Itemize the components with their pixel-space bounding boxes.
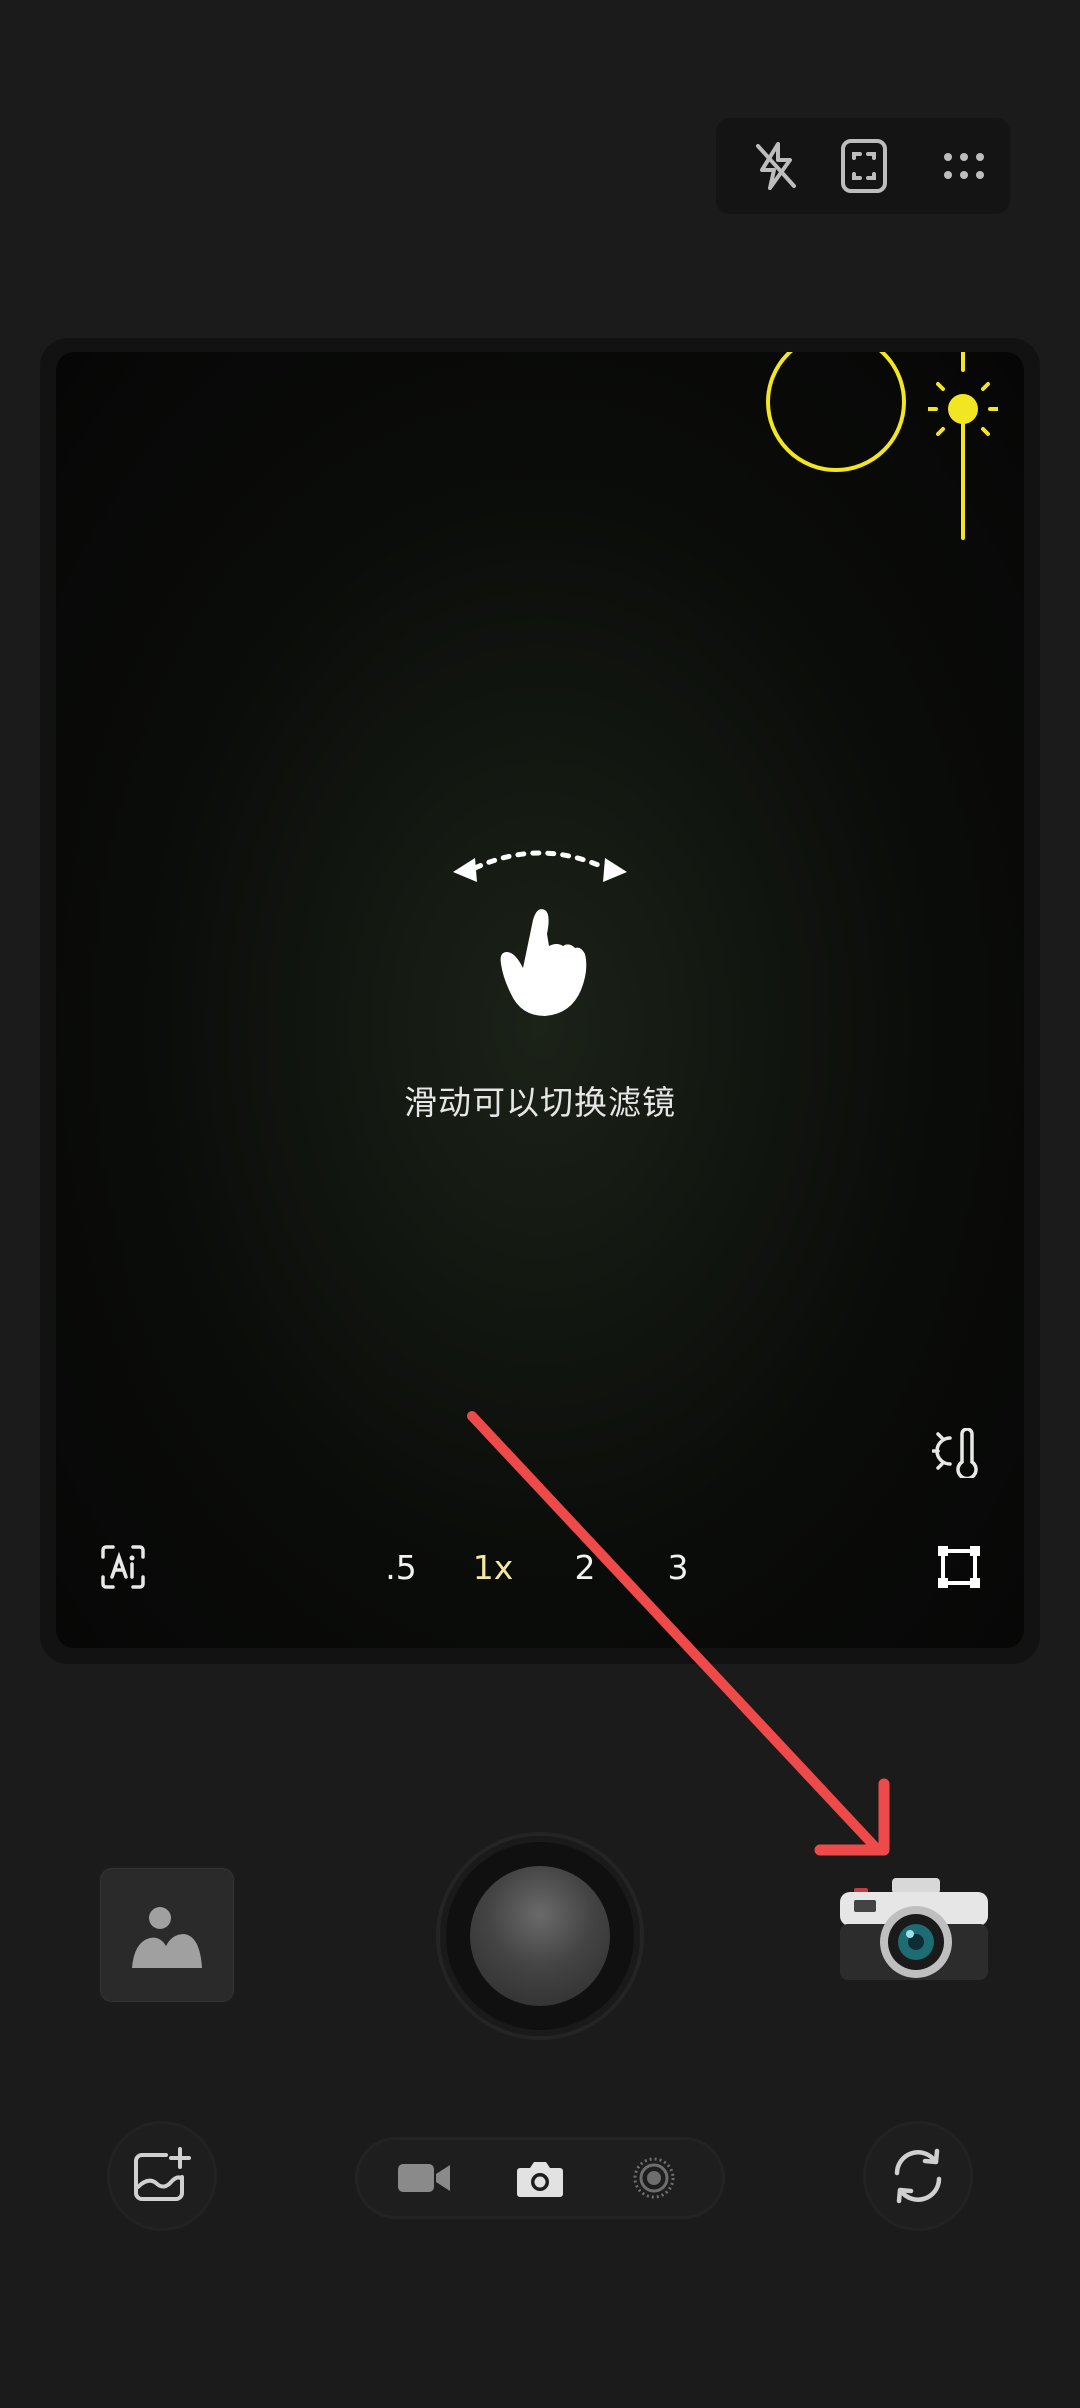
top-toolbar [716, 118, 1010, 214]
shutter-inner[interactable] [470, 1866, 610, 2006]
flash-off-icon[interactable] [746, 136, 806, 196]
crop-square-icon[interactable] [938, 1546, 980, 1588]
live-mode-button[interactable] [624, 2150, 684, 2206]
switch-camera-button[interactable] [866, 2124, 970, 2228]
more-dots-icon[interactable] [934, 136, 994, 196]
annotation-arrow [467, 1411, 890, 1856]
zoom-0-5[interactable]: .5 [366, 1548, 436, 1587]
mode-bar [358, 2140, 722, 2216]
ai-scan-icon[interactable] [100, 1544, 146, 1590]
swipe-gesture-icon [453, 850, 627, 1016]
add-image-icon [134, 2147, 191, 2201]
gallery-icon [132, 1907, 202, 1968]
retro-camera-icon[interactable] [836, 1876, 992, 1984]
frame-icon[interactable] [834, 136, 894, 196]
camera-icon [517, 2162, 563, 2197]
add-image-button[interactable] [110, 2124, 214, 2228]
white-balance-icon[interactable] [932, 1428, 984, 1478]
switch-camera-icon [894, 2148, 942, 2204]
filter-swipe-hint: 滑动可以切换滤镜 [404, 1083, 676, 1122]
gallery-button[interactable] [98, 1866, 236, 2004]
focus-ring [766, 352, 906, 472]
exposure-slider[interactable] [928, 352, 998, 542]
video-icon [398, 2164, 450, 2192]
photo-mode-button[interactable] [510, 2150, 570, 2206]
video-mode-button[interactable] [394, 2150, 454, 2206]
sun-icon [948, 394, 978, 424]
live-icon [633, 2157, 675, 2199]
